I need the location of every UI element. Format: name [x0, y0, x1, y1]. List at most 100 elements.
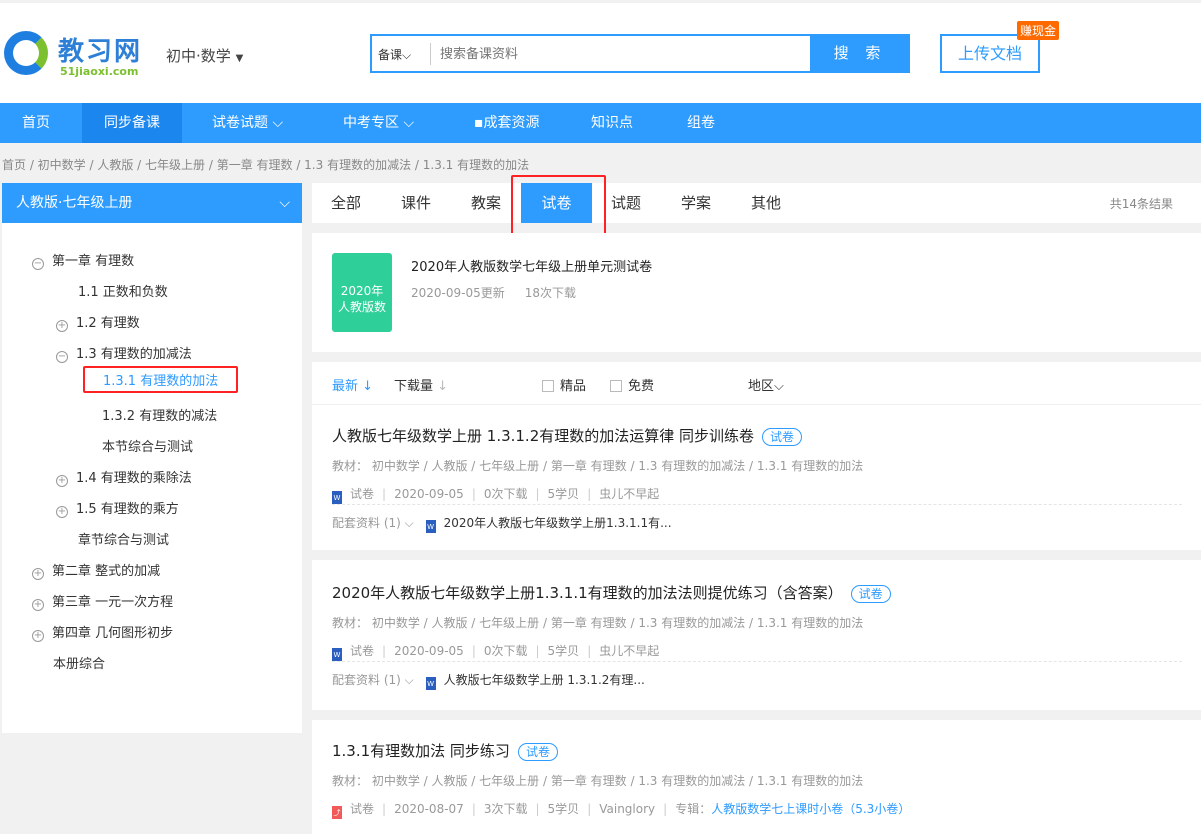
album-link[interactable]: 人教版数学七上课时小卷（5.3小卷） — [711, 802, 910, 816]
featured-bundle[interactable]: 2020年 人教版数 2020年人教版数学七年级上册单元测试卷 2020-09-0… — [312, 233, 1201, 352]
collapse-icon[interactable]: − — [56, 351, 68, 363]
filter-label: 免费 — [628, 379, 655, 394]
result-path: 教材： 初中数学 / 人教版 / 七年级上册 / 第一章 有理数 / 1.3 有… — [332, 459, 864, 473]
filter-premium[interactable]: 精品 — [542, 375, 586, 394]
nav-bundles[interactable]: ▪成套资源 — [474, 103, 540, 143]
sidebar: 人教版·七年级上册 ⌵ − 第一章 有理数 1.1 正数和负数 +1.2 有理数 −… — [2, 183, 302, 733]
result-path: 教材： 初中数学 / 人教版 / 七年级上册 / 第一章 有理数 / 1.3 有… — [332, 616, 864, 630]
tab-other[interactable]: 其他 — [751, 183, 781, 223]
expand-icon[interactable]: + — [32, 630, 44, 642]
textbook-selector[interactable]: 人教版·七年级上册 ⌵ — [2, 183, 302, 223]
nav-sync-prep[interactable]: 同步备课 — [82, 103, 182, 143]
nav-exams[interactable]: 试卷试题 ⌵ — [212, 103, 283, 143]
chevron-down-icon: ⌵ — [774, 379, 784, 394]
word-doc-icon: W — [332, 648, 342, 661]
result-title[interactable]: 人教版七年级数学上册 1.3.1.2有理数的加法运算律 同步训练卷 试卷 — [332, 425, 803, 446]
type-tag: 试卷 — [850, 585, 891, 603]
search-input[interactable] — [440, 42, 800, 66]
chevron-down-icon: ⌵ — [404, 673, 414, 687]
sort-label: 最新 — [332, 379, 359, 394]
result-meta: W 试卷 | 2020-09-05 | 0次下载 | 5学贝 | 虫儿不早起 — [332, 487, 660, 504]
filter-region[interactable]: 地区⌵ — [748, 375, 784, 394]
tree-chapter[interactable]: + 第二章 整式的加减 — [32, 560, 160, 580]
bundle-title[interactable]: 2020年人教版数学七年级上册单元测试卷 — [411, 256, 652, 275]
tree-chapter[interactable]: + 第四章 几何图形初步 — [32, 622, 173, 642]
tree-item[interactable]: 1.1 正数和负数 — [78, 281, 168, 300]
collapse-icon[interactable]: − — [32, 258, 44, 270]
meta-date: 2020-09-05 — [394, 644, 464, 658]
logo-domain: 51jiaoxi.com — [60, 65, 139, 78]
subject-label: 初中·数学 — [166, 47, 231, 65]
tab-study-plan[interactable]: 学案 — [681, 183, 711, 223]
tree-chapter[interactable]: + 第三章 一元一次方程 — [32, 591, 173, 611]
main-nav: 首页 同步备课 试卷试题 ⌵ 中考专区 ⌵ ▪成套资源 知识点 组卷 — [0, 103, 1201, 143]
related-materials[interactable]: 配套资料 (1) ⌵ W 2020年人教版七年级数学上册1.3.1.1有... — [332, 514, 672, 533]
tab-lesson-plan[interactable]: 教案 — [471, 183, 501, 223]
result-title[interactable]: 1.3.1有理数加法 同步练习 试卷 — [332, 740, 558, 761]
chevron-down-icon: ⌵ — [279, 195, 290, 211]
result-meta: W 试卷 | 2020-09-05 | 0次下载 | 5学贝 | 虫儿不早起 — [332, 644, 660, 661]
arrow-down-icon: ↓ — [362, 379, 374, 394]
tab-questions[interactable]: 试题 — [611, 183, 641, 223]
checkbox[interactable] — [610, 380, 622, 392]
word-doc-icon: W — [425, 520, 436, 533]
meta-author: 虫儿不早起 — [599, 487, 660, 501]
meta-type: 试卷 — [350, 487, 375, 501]
tree-chapter-1[interactable]: − 第一章 有理数 — [32, 250, 134, 270]
divider — [430, 43, 431, 65]
tree-item[interactable]: 1.3.2 有理数的减法 — [102, 405, 217, 424]
tree-label: 第一章 有理数 — [52, 254, 135, 269]
search-bar: 备课⌵ 搜 索 — [370, 34, 910, 73]
tree-item[interactable]: 本节综合与测试 — [102, 436, 193, 455]
related-materials[interactable]: 配套资料 (1) ⌵ W 人教版七年级数学上册 1.3.1.2有理... — [332, 671, 645, 690]
bundle-updated: 2020-09-05更新 — [411, 286, 505, 300]
sort-downloads[interactable]: 下载量 ↓ — [394, 375, 448, 394]
chevron-down-icon: ⌵ — [272, 115, 284, 131]
tree-label: 第四章 几何图形初步 — [52, 626, 174, 641]
tree-item[interactable]: 本册综合 — [53, 653, 105, 672]
sort-latest[interactable]: 最新 ↓ — [332, 375, 373, 394]
meta-date: 2020-09-05 — [394, 487, 464, 501]
tab-all[interactable]: 全部 — [331, 183, 361, 223]
bundle-icon: ▪ — [474, 115, 484, 131]
expand-icon[interactable]: + — [32, 568, 44, 580]
tree-item[interactable]: +1.4 有理数的乘除法 — [56, 467, 192, 487]
expand-icon[interactable]: + — [32, 599, 44, 611]
breadcrumb[interactable]: 首页 / 初中数学 / 人教版 / 七年级上册 / 第一章 有理数 / 1.3 … — [2, 156, 529, 173]
nav-zhongkao[interactable]: 中考专区 ⌵ — [343, 103, 414, 143]
nav-knowledge[interactable]: 知识点 — [591, 103, 633, 143]
related-doc-link[interactable]: 2020年人教版七年级数学上册1.3.1.1有... — [444, 516, 672, 530]
meta-downloads: 0次下载 — [483, 644, 528, 658]
divider — [332, 504, 1182, 505]
subject-selector[interactable]: 初中·数学 ▼ — [166, 45, 243, 66]
nav-home[interactable]: 首页 — [22, 103, 50, 143]
expand-icon[interactable]: + — [56, 475, 68, 487]
resource-tabs: 全部 课件 教案 试卷 试题 学案 其他 共14条结果 — [312, 183, 1201, 223]
cover-text: 人教版数 — [337, 300, 386, 314]
tree-item[interactable]: 章节综合与测试 — [78, 529, 169, 548]
search-button[interactable]: 搜 索 — [810, 34, 910, 73]
tree-item[interactable]: −1.3 有理数的加减法 — [56, 343, 192, 363]
tree-label: 1.3 有理数的加减法 — [76, 347, 192, 362]
filter-free[interactable]: 免费 — [610, 375, 654, 394]
result-title[interactable]: 2020年人教版七年级数学上册1.3.1.1有理数的加法法则提优练习（含答案） 试… — [332, 582, 891, 603]
tab-courseware[interactable]: 课件 — [401, 183, 431, 223]
chevron-down-icon: ⌵ — [404, 516, 414, 530]
related-doc-link[interactable]: 人教版七年级数学上册 1.3.1.2有理... — [444, 673, 645, 687]
checkbox[interactable] — [542, 380, 554, 392]
tree-label: 1.4 有理数的乘除法 — [76, 471, 192, 486]
result-item: 2020年人教版七年级数学上册1.3.1.1有理数的加法法则提优练习（含答案） 试… — [312, 560, 1201, 710]
logo-icon[interactable] — [4, 31, 48, 75]
filter-bar: 最新 ↓ 下载量 ↓ 精品 免费 地区⌵ — [312, 362, 1201, 405]
search-type-select[interactable]: 备课⌵ — [378, 46, 411, 63]
expand-icon[interactable]: + — [56, 506, 68, 518]
tree-item-selected[interactable]: 1.3.1 有理数的加法 — [83, 366, 239, 393]
nav-compose[interactable]: 组卷 — [687, 103, 715, 143]
tree-item[interactable]: +1.5 有理数的乘方 — [56, 498, 179, 518]
earn-cash-badge: 赚现金 — [1017, 21, 1060, 40]
expand-icon[interactable]: + — [56, 320, 68, 332]
result-count: 共14条结果 — [1109, 197, 1173, 211]
tree-item[interactable]: +1.2 有理数 — [56, 312, 140, 332]
logo[interactable]: 教习网 — [58, 31, 142, 68]
divider — [332, 661, 1182, 662]
